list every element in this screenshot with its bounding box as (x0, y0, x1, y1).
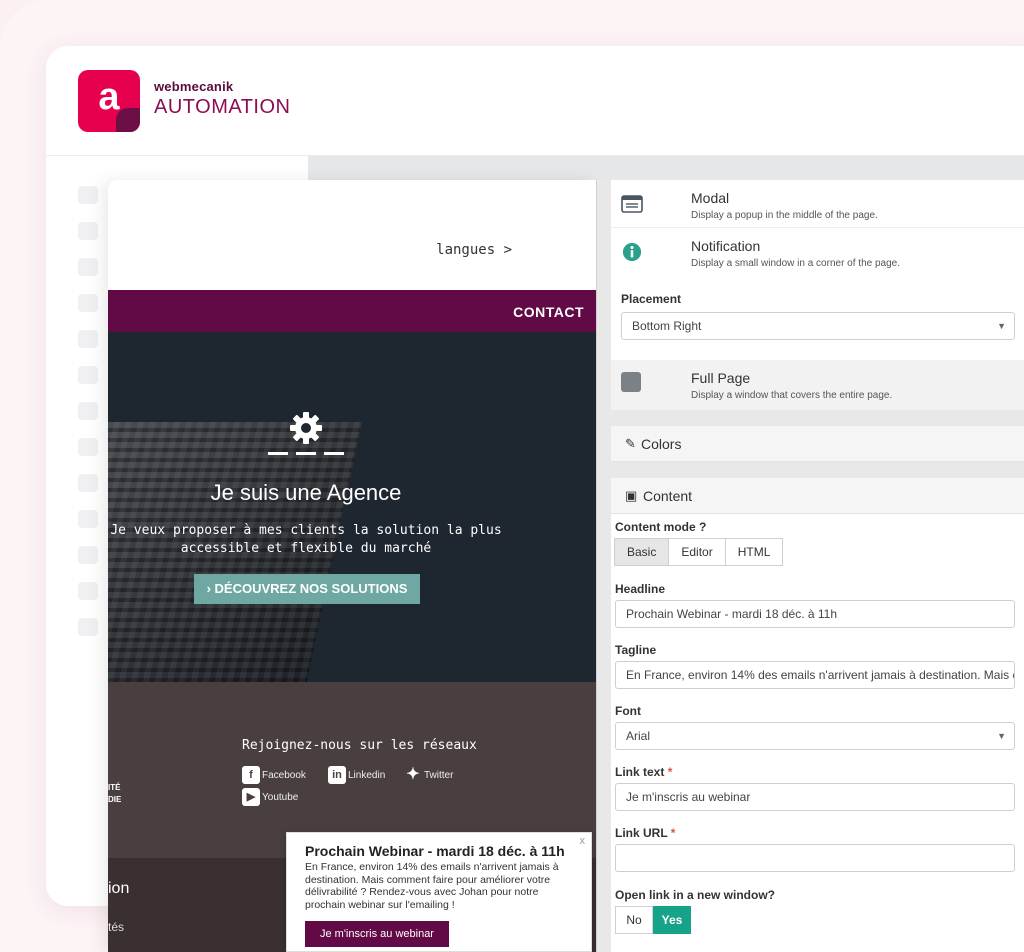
discover-solutions-button[interactable]: › DÉCOUVREZ NOS SOLUTIONS (194, 574, 420, 604)
facebook-link[interactable]: f Facebook (242, 766, 306, 784)
content-section: ▣ Content Content mode ? Basic Editor HT… (611, 478, 1024, 952)
content-mode-label: Content mode ? (615, 520, 707, 534)
option-notification[interactable]: Notification Display a small window in a… (611, 228, 1024, 276)
new-window-label: Open link in a new window? (615, 888, 776, 902)
sidebar-item[interactable] (78, 258, 98, 276)
sidebar-item[interactable] (78, 510, 98, 528)
mode-html-button[interactable]: HTML (724, 538, 784, 566)
twitter-icon: ✦ (406, 766, 420, 783)
partial-text: ITÉ DIE (108, 783, 122, 804)
sidebar-item[interactable] (78, 366, 98, 384)
sidebar-item[interactable] (78, 618, 98, 636)
headline-input[interactable]: Prochain Webinar - mardi 18 déc. à 11h (615, 600, 1015, 628)
option-modal[interactable]: Modal Display a popup in the middle of t… (611, 180, 1024, 228)
yes-button[interactable]: Yes (653, 906, 691, 934)
type-section: Modal Display a popup in the middle of t… (611, 180, 1024, 410)
font-select[interactable]: Arial ▼ (615, 722, 1015, 750)
hero-title: Je suis une Agence (210, 480, 402, 505)
no-button[interactable]: No (615, 906, 653, 934)
facebook-icon: f (242, 766, 260, 784)
content-mode-group: Basic Editor HTML (614, 538, 784, 566)
sidebar-item[interactable] (78, 186, 98, 204)
sidebar-item[interactable] (78, 582, 98, 600)
close-icon[interactable]: x (580, 835, 586, 847)
headline-label: Headline (615, 582, 666, 596)
popup-cta-button[interactable]: Je m'inscris au webinar (305, 921, 449, 947)
site-header: langues > (108, 180, 596, 290)
sidebar (78, 186, 98, 686)
link-url-input[interactable] (615, 844, 1015, 872)
tagline-label: Tagline (615, 643, 657, 657)
divider-dashes (268, 452, 344, 456)
brush-icon: ✎ (625, 436, 636, 451)
notification-popup: x Prochain Webinar - mardi 18 déc. à 11h… (286, 832, 592, 952)
sidebar-item[interactable] (78, 294, 98, 312)
hero-section: Je suis une Agence Je veux proposer à me… (108, 332, 596, 682)
brand-logo[interactable]: a (78, 70, 140, 132)
sidebar-item[interactable] (78, 402, 98, 420)
app-header: a webmecanik AUTOMATION (46, 46, 1024, 156)
sidebar-item[interactable] (78, 222, 98, 240)
chevron-down-icon: ▼ (997, 321, 1006, 331)
popup-title: Prochain Webinar - mardi 18 déc. à 11h (305, 843, 565, 859)
link-text-input[interactable]: Je m'inscris au webinar (615, 783, 1015, 811)
modal-icon (621, 195, 643, 213)
link-url-label: Link URL * (615, 826, 676, 840)
link-text-label: Link text * (615, 765, 673, 779)
gear-icon (290, 412, 322, 444)
mode-basic-button[interactable]: Basic (614, 538, 670, 566)
option-fullpage[interactable]: Full Page Display a window that covers t… (611, 360, 1024, 410)
hero-subtitle: Je veux proposer à mes clients la soluti… (110, 523, 502, 556)
youtube-icon: ▶ (242, 788, 260, 806)
sidebar-item[interactable] (78, 330, 98, 348)
linkedin-link[interactable]: in Linkedin (328, 766, 385, 784)
help-icon[interactable]: ? (699, 520, 706, 534)
mode-editor-button[interactable]: Editor (668, 538, 726, 566)
twitter-link[interactable]: ✦ Twitter (404, 766, 453, 784)
social-title: Rejoignez-nous sur les réseaux (242, 738, 477, 753)
font-label: Font (615, 704, 641, 718)
fullpage-icon (621, 372, 641, 392)
site-nav: CONTACT (108, 290, 596, 332)
toolbar-band (308, 156, 1024, 180)
new-window-toggle: No Yes (615, 906, 691, 934)
sidebar-item[interactable] (78, 474, 98, 492)
popup-body: En France, environ 14% des emails n'arri… (305, 861, 559, 911)
language-link[interactable]: langues > (436, 242, 512, 258)
tagline-input[interactable]: En France, environ 14% des emails n'arri… (615, 661, 1015, 689)
info-icon (622, 242, 642, 262)
brand-name-product: AUTOMATION (154, 96, 291, 118)
content-icon: ▣ (625, 488, 638, 503)
colors-section[interactable]: ✎ Colors (611, 426, 1024, 462)
sidebar-item[interactable] (78, 438, 98, 456)
chevron-down-icon: ▼ (997, 731, 1006, 741)
placement-label: Placement (621, 292, 682, 306)
sidebar-item[interactable] (78, 546, 98, 564)
youtube-link[interactable]: ▶ Youtube (242, 788, 298, 806)
settings-panel: Modal Display a popup in the middle of t… (596, 180, 1024, 952)
brand-name-small: webmecanik (154, 79, 234, 94)
linkedin-icon: in (328, 766, 346, 784)
contact-link[interactable]: CONTACT (513, 304, 584, 320)
placement-select[interactable]: Bottom Right ▼ (621, 312, 1015, 340)
